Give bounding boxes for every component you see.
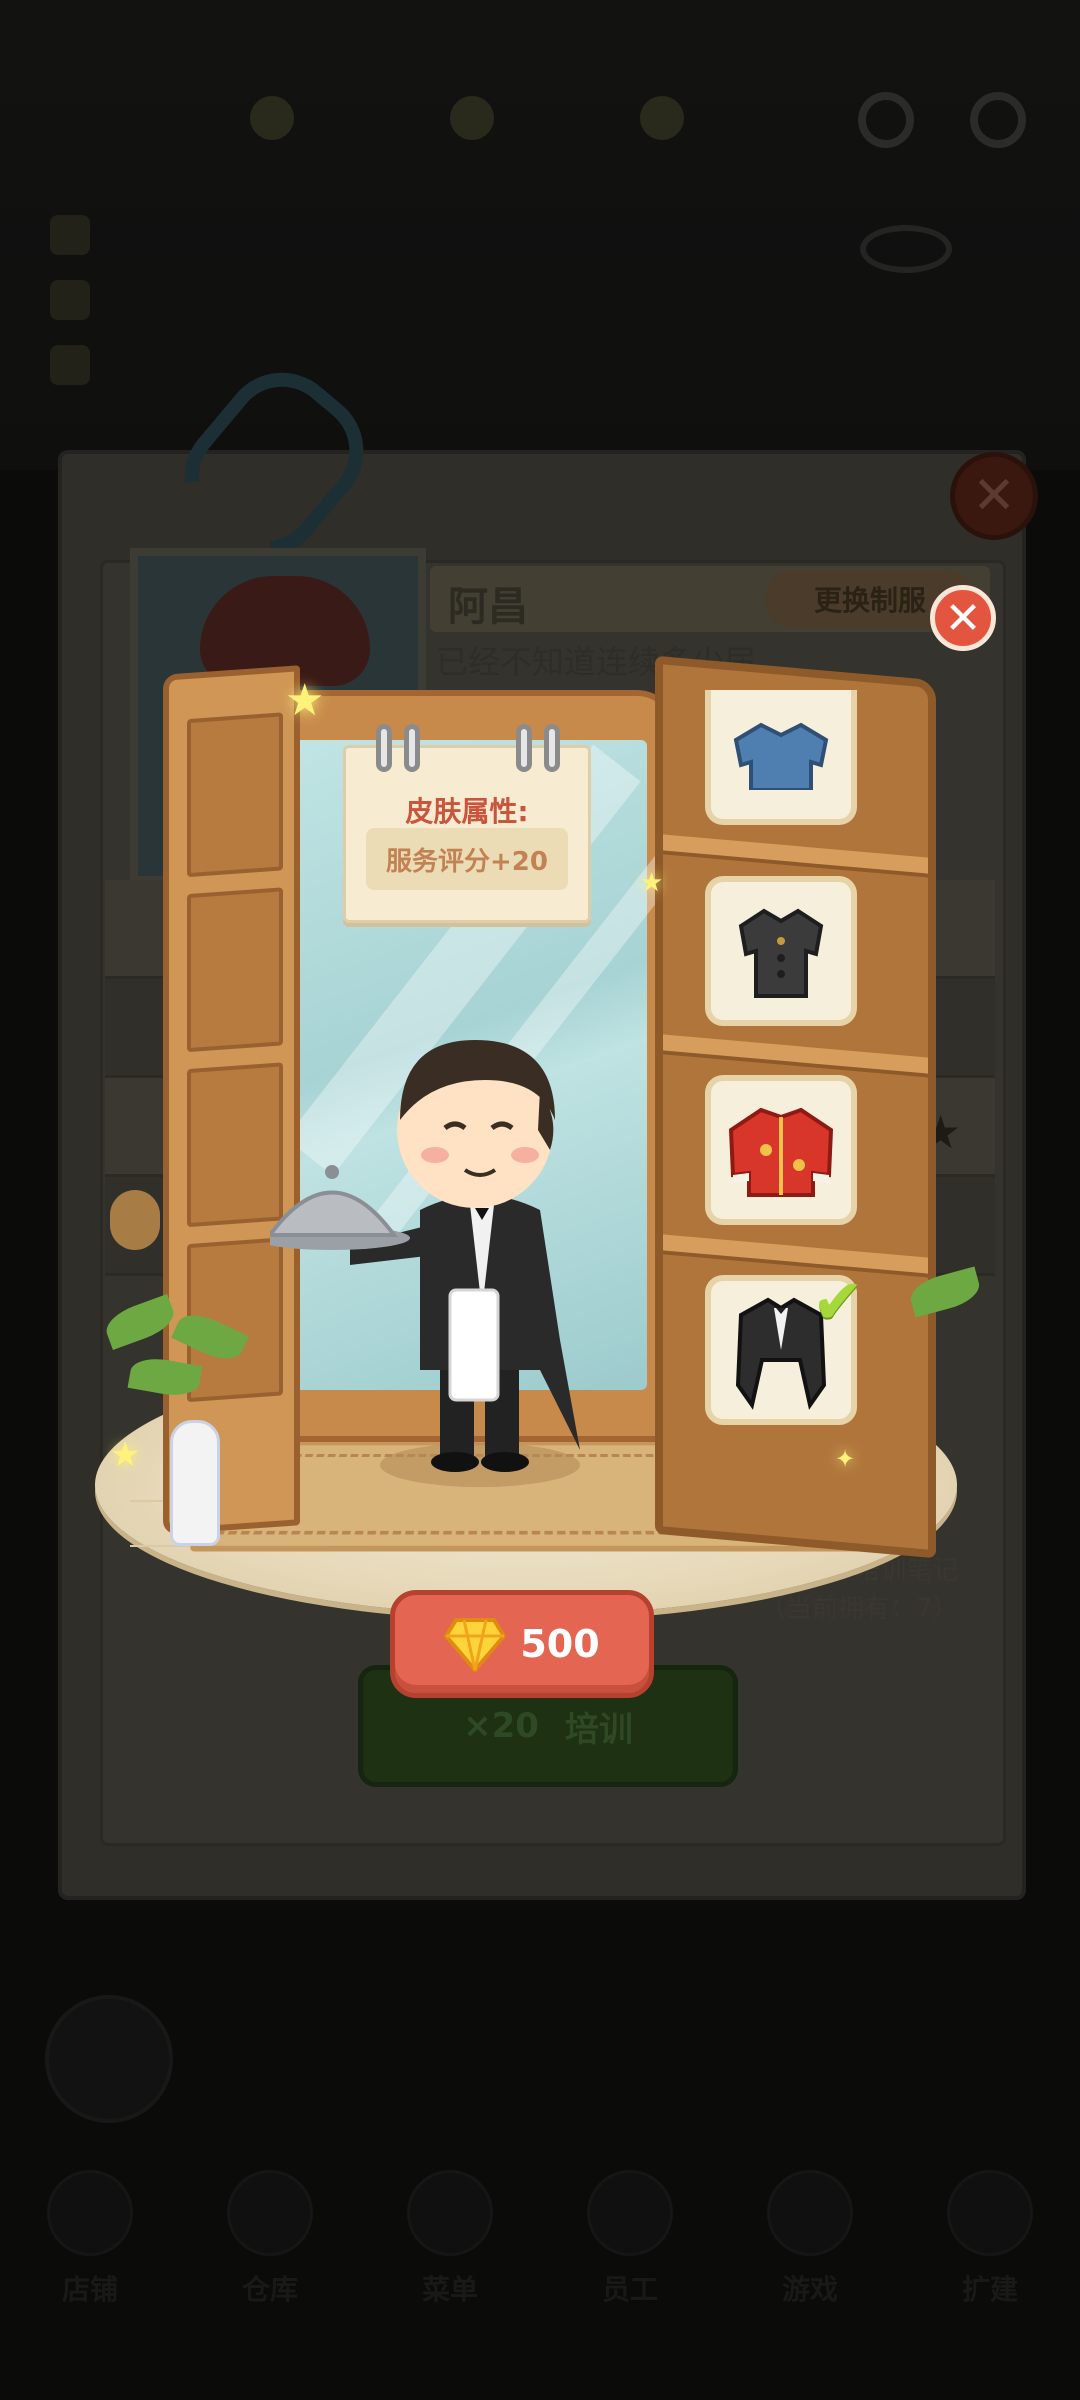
cash-icon	[640, 96, 684, 140]
resource-coin	[250, 95, 294, 141]
note-ring	[516, 724, 532, 772]
coin-icon	[250, 96, 294, 140]
nav-item-store[interactable]: 店铺	[35, 2170, 145, 2330]
stat-row-3	[50, 345, 90, 385]
sparkle-icon: ★	[640, 868, 664, 898]
black-shirt-icon	[738, 908, 824, 998]
game-icon	[767, 2170, 853, 2256]
nav-label: 扩建	[961, 2273, 1018, 2306]
panel-close-button[interactable]: ✕	[950, 452, 1038, 540]
settings-icon[interactable]	[858, 92, 914, 148]
nav-label: 仓库	[241, 2273, 298, 2306]
gear-icon[interactable]	[970, 92, 1026, 148]
nav-item-expand[interactable]: 扩建	[935, 2170, 1045, 2330]
staff-icon	[587, 2170, 673, 2256]
sparkle-icon: ★	[285, 675, 325, 726]
train-count: ×20	[463, 1706, 539, 1746]
nav-item-menu[interactable]: 菜单	[395, 2170, 505, 2330]
warehouse-icon	[227, 2170, 313, 2256]
red-jacket-icon	[728, 1107, 834, 1197]
skin-attribute-note: 皮肤属性: 服务评分+20	[343, 724, 591, 923]
sparkle-icon: ★	[110, 1435, 141, 1475]
note-ring	[404, 724, 420, 772]
bottom-nav: 店铺 仓库 菜单 员工 游戏 扩建	[0, 2170, 1080, 2330]
shelf	[663, 834, 928, 878]
expand-icon	[947, 2170, 1033, 2256]
employee-name: 阿昌	[448, 584, 528, 630]
shelf	[663, 1034, 928, 1078]
train-label: 培训	[564, 1709, 633, 1750]
stat-row-1	[50, 215, 90, 255]
nav-label: 店铺	[61, 2273, 118, 2306]
door-panel	[187, 887, 283, 1053]
outfit-card-red-jacket[interactable]	[705, 1075, 857, 1225]
stat-icon	[50, 215, 90, 255]
owned-count: （当前拥有：7）	[760, 1594, 959, 1624]
note-ring	[544, 724, 560, 772]
vase-icon	[170, 1420, 220, 1546]
nav-item-staff[interactable]: 员工	[575, 2170, 685, 2330]
selected-check-icon: ✔	[812, 1265, 864, 1338]
resource-cash	[640, 95, 684, 141]
shelf	[663, 1234, 928, 1278]
nav-label: 菜单	[421, 2273, 478, 2306]
tree-icon	[110, 1190, 160, 1250]
door-panel	[187, 712, 283, 878]
nav-item-warehouse[interactable]: 仓库	[215, 2170, 325, 2330]
price-value: 500	[520, 1622, 600, 1666]
diamond-icon	[444, 1618, 507, 1672]
note-ring	[376, 724, 392, 772]
waiter-character	[270, 1040, 580, 1487]
door-panel	[187, 1062, 283, 1228]
buy-outfit-button[interactable]: 500	[390, 1590, 654, 1698]
outfit-card-black-shirt[interactable]	[705, 876, 857, 1026]
nav-label: 员工	[601, 2273, 658, 2306]
stat-row-2	[50, 280, 90, 320]
menu-icon	[407, 2170, 493, 2256]
sparkle-icon: ✦	[835, 1445, 856, 1473]
stat-icon	[50, 345, 90, 385]
gem-icon	[450, 96, 494, 140]
stat-icon	[50, 280, 90, 320]
avatar-button[interactable]	[45, 1995, 173, 2123]
outfit-card-blue-shirt[interactable]	[705, 690, 857, 825]
close-wardrobe-button[interactable]: ✕	[930, 585, 996, 651]
nav-label: 游戏	[781, 2273, 838, 2306]
blue-shirt-icon	[733, 722, 829, 790]
eye-icon	[860, 225, 952, 273]
store-icon	[47, 2170, 133, 2256]
skin-attribute-title: 皮肤属性:	[405, 795, 529, 828]
resource-gem	[450, 95, 494, 141]
nav-item-game[interactable]: 游戏	[755, 2170, 865, 2330]
skin-attribute-value: 服务评分+20	[366, 828, 568, 890]
